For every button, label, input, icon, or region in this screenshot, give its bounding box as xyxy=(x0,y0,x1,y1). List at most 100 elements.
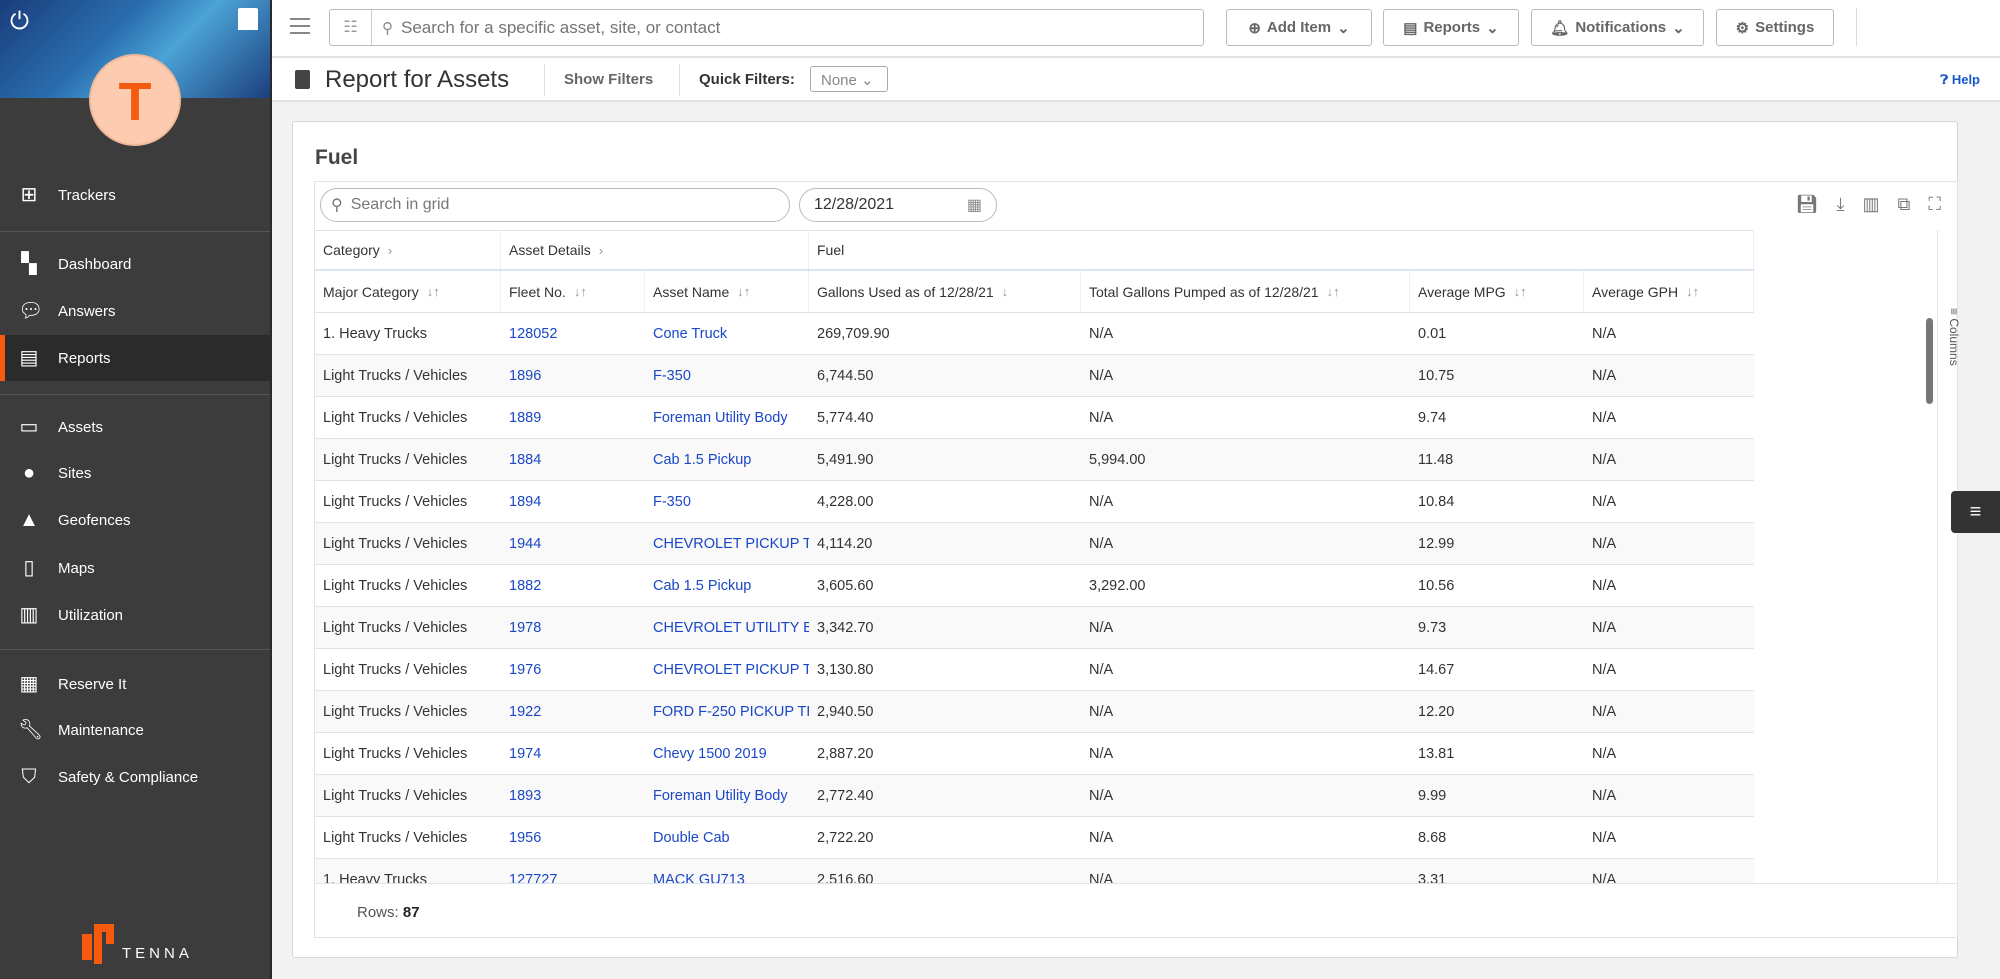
asset-name-link[interactable]: Chevy 1500 2019 xyxy=(645,733,809,774)
column-header[interactable]: Average MPG ↓↑ xyxy=(1410,271,1584,312)
asset-name-link[interactable]: Cab 1.5 Pickup xyxy=(645,565,809,606)
table-row[interactable]: Light Trucks / Vehicles 1893 Foreman Utili… xyxy=(315,775,1754,817)
fleet-no-link[interactable]: 1976 xyxy=(501,649,645,690)
asset-name-link[interactable]: F-350 xyxy=(645,481,809,522)
menu-icon[interactable] xyxy=(290,18,310,34)
date-picker[interactable]: 12/28/2021 ▦ xyxy=(799,188,997,222)
fleet-no-link[interactable]: 1922 xyxy=(501,691,645,732)
column-header[interactable]: Major Category ↓↑ xyxy=(315,271,501,312)
asset-name-link[interactable]: MACK GU713 xyxy=(645,859,809,884)
table-row[interactable]: Light Trucks / Vehicles 1944 CHEVROLET PIC… xyxy=(315,523,1754,565)
reports-button[interactable]: ▤ Reports ⌄ xyxy=(1383,9,1519,46)
asset-name-link[interactable]: F-350 xyxy=(645,355,809,396)
sidebar-item-answers[interactable]: 💬︎ Answers xyxy=(0,288,270,334)
help-link[interactable]: ❓︎ Help xyxy=(1940,72,1980,88)
asset-name-link[interactable]: CHEVROLET UTILITY BC xyxy=(645,607,809,648)
columns-icon[interactable]: ▥ xyxy=(1863,194,1880,215)
resize-icon[interactable]: ⧉ xyxy=(1898,194,1911,215)
asset-name-link[interactable]: Double Cab xyxy=(645,817,809,858)
filter-sliders-icon[interactable]: ☷ xyxy=(330,10,372,45)
fleet-no-link[interactable]: 1893 xyxy=(501,775,645,816)
fleet-no-link[interactable]: 128052 xyxy=(501,313,645,354)
power-icon[interactable]: ⏻ xyxy=(10,8,29,36)
map-icon: ▯ xyxy=(23,557,35,579)
fleet-no-link[interactable]: 1884 xyxy=(501,439,645,480)
column-header[interactable]: Average GPH ↓↑ xyxy=(1584,271,1754,312)
table-row[interactable]: Light Trucks / Vehicles 1889 Foreman Utili… xyxy=(315,397,1754,439)
sidebar-item-reserve-it[interactable]: ▦ Reserve It xyxy=(0,661,270,707)
asset-name-link[interactable]: Foreman Utility Body xyxy=(645,397,809,438)
group-asset-details[interactable]: Asset Details › xyxy=(501,231,809,269)
table-row[interactable]: Light Trucks / Vehicles 1956 Double Cab 2,7… xyxy=(315,817,1754,859)
columns-panel-tab[interactable]: ≡ Columns xyxy=(1947,308,1961,366)
table-cell: N/A xyxy=(1592,409,1617,426)
vertical-scrollbar[interactable] xyxy=(1926,318,1933,404)
sidebar-item-geofences[interactable]: ▲ Geofences xyxy=(0,497,270,543)
sort-icon[interactable]: ↓↑ xyxy=(574,284,587,299)
sort-icon[interactable]: ↓↑ xyxy=(1686,284,1699,299)
table-row[interactable]: Light Trucks / Vehicles 1882 Cab 1.5 Picku… xyxy=(315,565,1754,607)
sort-desc-icon[interactable]: ↓ xyxy=(1002,284,1009,299)
notifications-button[interactable]: 🔔︎ Notifications ⌄ xyxy=(1531,9,1704,46)
global-search-input[interactable] xyxy=(401,17,1181,38)
fleet-no-link[interactable]: 1974 xyxy=(501,733,645,774)
table-row[interactable]: Light Trucks / Vehicles 1974 Chevy 1500 20… xyxy=(315,733,1754,775)
column-header[interactable]: Gallons Used as of 12/28/21 ↓ xyxy=(809,271,1081,312)
fullscreen-icon[interactable]: ⛶ xyxy=(1928,194,1941,215)
settings-button[interactable]: ⚙ Settings xyxy=(1716,9,1834,46)
sort-icon[interactable]: ↓↑ xyxy=(427,284,440,299)
asset-name-link[interactable]: CHEVROLET PICKUP TR xyxy=(645,649,809,690)
avatar[interactable]: T xyxy=(89,54,181,146)
grid-search[interactable]: ⚲ Search in grid xyxy=(320,188,790,222)
table-row[interactable]: Light Trucks / Vehicles 1978 CHEVROLET UTI… xyxy=(315,607,1754,649)
show-filters-button[interactable]: Show Filters xyxy=(564,71,653,88)
filter-panel-toggle[interactable]: ≡ xyxy=(1951,491,2000,533)
table-row[interactable]: Light Trucks / Vehicles 1922 FORD F-250 PI… xyxy=(315,691,1754,733)
filter-icon: ≡ xyxy=(1969,501,1982,523)
column-header[interactable]: Asset Name ↓↑ xyxy=(645,271,809,312)
sidebar-item-safety-compliance[interactable]: ⛉ Safety & Compliance xyxy=(0,754,270,800)
building-icon[interactable] xyxy=(238,8,258,30)
sort-icon[interactable]: ↓↑ xyxy=(737,284,750,299)
save-icon[interactable]: 💾︎ xyxy=(1796,194,1819,215)
table-row[interactable]: 1. Heavy Trucks 128052 Cone Truck 269,709.9… xyxy=(315,313,1754,355)
fleet-no-link[interactable]: 1944 xyxy=(501,523,645,564)
asset-name-link[interactable]: FORD F-250 PICKUP TRU xyxy=(645,691,809,732)
table-row[interactable]: Light Trucks / Vehicles 1896 F-350 6,744.50… xyxy=(315,355,1754,397)
fleet-no-link[interactable]: 1956 xyxy=(501,817,645,858)
group-category[interactable]: Category › xyxy=(315,231,501,269)
sidebar-item-maintenance[interactable]: 🔧︎ Maintenance xyxy=(0,707,270,753)
add-item-button[interactable]: ⊕ Add Item ⌄ xyxy=(1226,9,1372,46)
asset-name-link[interactable]: Cab 1.5 Pickup xyxy=(645,439,809,480)
asset-name-link[interactable]: Cone Truck xyxy=(645,313,809,354)
table-row[interactable]: 1. Heavy Trucks 127727 MACK GU713 2,516.60 N… xyxy=(315,859,1754,883)
fleet-no-link[interactable]: 1978 xyxy=(501,607,645,648)
table-row[interactable]: Light Trucks / Vehicles 1884 Cab 1.5 Picku… xyxy=(315,439,1754,481)
fleet-no-link[interactable]: 1889 xyxy=(501,397,645,438)
sort-icon[interactable]: ↓↑ xyxy=(1514,284,1527,299)
sort-icon[interactable]: ↓↑ xyxy=(1327,284,1340,299)
sidebar-item-assets[interactable]: ▭ Assets xyxy=(0,404,270,450)
table-cell: Light Trucks / Vehicles xyxy=(323,367,468,384)
calendar-icon[interactable]: ▦ xyxy=(967,195,982,215)
columns-icon: ≡ xyxy=(1947,308,1961,319)
asset-name-link[interactable]: Foreman Utility Body xyxy=(645,775,809,816)
table-cell: 11.48 xyxy=(1418,451,1454,468)
column-header[interactable]: Fleet No. ↓↑ xyxy=(501,271,645,312)
sidebar-item-maps[interactable]: ▯ Maps xyxy=(0,545,270,591)
quick-filters-select[interactable]: None ⌄ xyxy=(810,66,888,92)
fleet-no-link[interactable]: 1882 xyxy=(501,565,645,606)
sidebar-item-dashboard[interactable]: ▚ Dashboard xyxy=(0,241,270,287)
fleet-no-link[interactable]: 1894 xyxy=(501,481,645,522)
download-icon[interactable]: ⤓ xyxy=(1837,194,1845,215)
sidebar-item-sites[interactable]: ● Sites xyxy=(0,450,270,496)
asset-name-link[interactable]: CHEVROLET PICKUP TR xyxy=(645,523,809,564)
fleet-no-link[interactable]: 127727 xyxy=(501,859,645,884)
table-row[interactable]: Light Trucks / Vehicles 1894 F-350 4,228.00… xyxy=(315,481,1754,523)
sidebar-item-reports[interactable]: ▤ Reports xyxy=(0,335,270,381)
sidebar-item-utilization[interactable]: ▥ Utilization xyxy=(0,592,270,638)
fleet-no-link[interactable]: 1896 xyxy=(501,355,645,396)
table-row[interactable]: Light Trucks / Vehicles 1976 CHEVROLET PIC… xyxy=(315,649,1754,691)
sidebar-item-trackers[interactable]: ⊞ Trackers xyxy=(0,172,270,218)
column-header[interactable]: Total Gallons Pumped as of 12/28/21 ↓↑ xyxy=(1081,271,1410,312)
